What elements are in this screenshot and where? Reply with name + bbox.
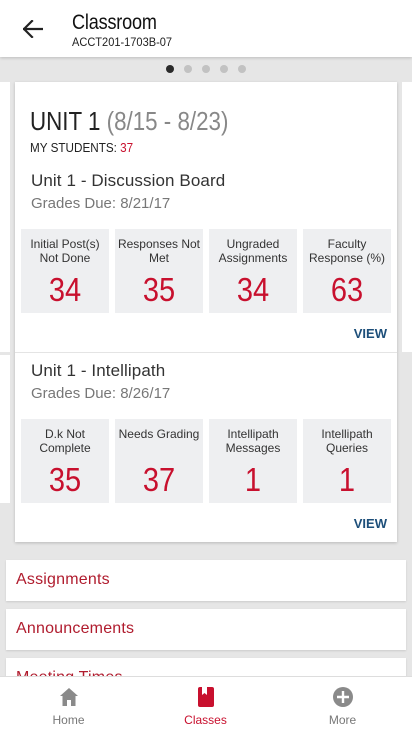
stat-tile[interactable]: Initial Post(s) Not Done 34 (21, 229, 109, 313)
nav-label: Classes (184, 713, 227, 727)
stat-tile[interactable]: Intellipath Queries 1 (303, 419, 391, 503)
stat-label: Faculty Response (%) (308, 237, 386, 265)
nav-more[interactable]: More (274, 677, 411, 732)
students-label: MY STUDENTS: (30, 140, 117, 155)
previous-card-peek-lower[interactable] (0, 355, 10, 503)
previous-card-peek[interactable] (0, 82, 10, 352)
my-students: MY STUDENTS: 37 (30, 140, 133, 155)
stat-label: Intellipath Queries (321, 427, 373, 455)
section-title: Unit 1 - Discussion Board (31, 171, 226, 190)
section-due-date: Grades Due: 8/21/17 (31, 195, 171, 212)
pager-dot-3[interactable] (202, 65, 210, 73)
app-header: Classroom ACCT201-1703B-07 (0, 0, 412, 57)
students-count: 37 (120, 140, 134, 155)
stat-tile[interactable]: Responses Not Met 35 (115, 229, 203, 313)
stat-label: Needs Grading (118, 427, 200, 441)
stat-label: Responses Not Met (117, 237, 201, 265)
plus-circle-icon (332, 686, 354, 708)
assignments-link[interactable]: Assignments (6, 560, 406, 601)
book-icon (195, 686, 217, 708)
stat-tile[interactable]: Ungraded Assignments 34 (209, 229, 297, 313)
page-title: Classroom (72, 11, 157, 34)
view-button[interactable]: VIEW (354, 326, 387, 341)
unit-dates: (8/15 - 8/23) (106, 106, 229, 136)
view-button[interactable]: VIEW (354, 516, 387, 531)
stat-label: Initial Post(s) Not Done (30, 237, 100, 265)
nav-label: More (328, 713, 357, 727)
section-title: Unit 1 - Intellipath (31, 361, 166, 380)
section-divider (15, 352, 397, 353)
next-card-peek[interactable] (402, 82, 412, 352)
stat-label: D.k Not Complete (39, 427, 91, 455)
link-label: Announcements (16, 620, 135, 637)
stat-value: 1 (244, 461, 262, 498)
unit-card: UNIT 1 (8/15 - 8/23) MY STUDENTS: 37 Uni… (15, 82, 397, 542)
unit-title: UNIT 1 (30, 106, 101, 136)
unit-heading: UNIT 1 (8/15 - 8/23) (30, 106, 228, 137)
announcements-link[interactable]: Announcements (6, 609, 406, 650)
nav-label: Home (52, 713, 85, 727)
home-icon (58, 686, 80, 708)
stat-value: 37 (142, 461, 176, 498)
stat-value: 35 (142, 271, 176, 308)
link-label: Assignments (16, 571, 110, 588)
course-code: ACCT201-1703B-07 (72, 35, 173, 49)
section-due-date: Grades Due: 8/26/17 (31, 385, 171, 402)
stat-tile[interactable]: Intellipath Messages 1 (209, 419, 297, 503)
bottom-navigation: Home Classes More (0, 676, 412, 732)
back-arrow-icon[interactable] (20, 16, 46, 42)
pager-dot-4[interactable] (220, 65, 228, 73)
pager-dot-5[interactable] (238, 65, 246, 73)
pager-dot-1[interactable] (166, 65, 174, 73)
stat-tile[interactable]: Faculty Response (%) 63 (303, 229, 391, 313)
stat-value: 1 (338, 461, 356, 498)
stats-row: D.k Not Complete 35 Needs Grading 37 Int… (21, 419, 391, 503)
stats-row: Initial Post(s) Not Done 34 Responses No… (21, 229, 391, 313)
stat-tile[interactable]: Needs Grading 37 (115, 419, 203, 503)
stat-value: 35 (48, 461, 82, 498)
nav-home[interactable]: Home (0, 677, 137, 732)
carousel-pager (0, 65, 412, 73)
pager-dot-2[interactable] (184, 65, 192, 73)
stat-label: Ungraded Assignments (218, 237, 288, 265)
stat-value: 63 (330, 271, 364, 308)
stat-value: 34 (48, 271, 82, 308)
stat-label: Intellipath Messages (225, 427, 281, 455)
nav-classes[interactable]: Classes (137, 677, 274, 732)
stat-value: 34 (236, 271, 270, 308)
stat-tile[interactable]: D.k Not Complete 35 (21, 419, 109, 503)
